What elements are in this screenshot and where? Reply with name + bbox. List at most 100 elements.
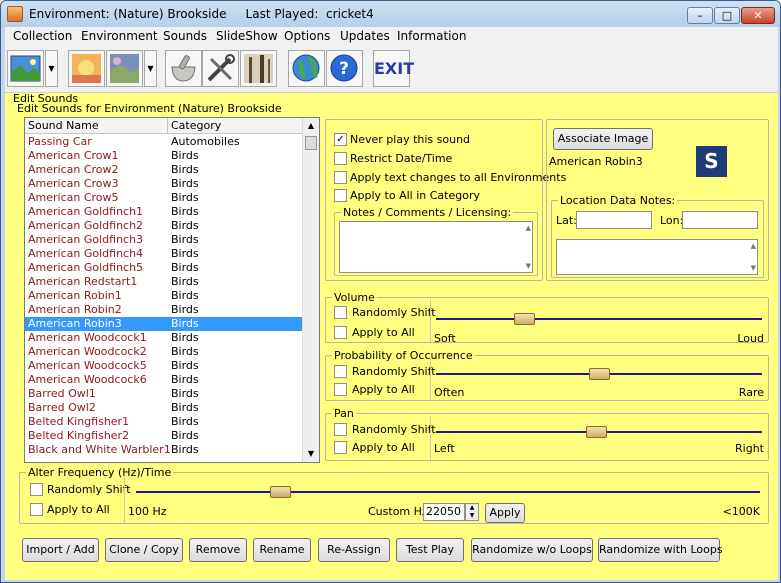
scroll-down-icon[interactable]: ▼ bbox=[751, 264, 756, 272]
volume-slider-track[interactable] bbox=[436, 318, 762, 320]
probability-apply-all-checkbox[interactable] bbox=[334, 383, 347, 396]
sound-name: American Woodcock6 bbox=[28, 373, 147, 386]
lon-input[interactable] bbox=[682, 211, 758, 229]
sound-name: American Woodcock5 bbox=[28, 359, 147, 372]
list-item[interactable]: American Woodcock1 Birds bbox=[25, 331, 303, 345]
chevron-down-icon[interactable]: ▼ bbox=[45, 50, 58, 87]
list-item[interactable]: American Goldfinch4 Birds bbox=[25, 247, 303, 261]
scroll-up-icon[interactable]: ▲ bbox=[303, 118, 319, 134]
randomize-with-loops-button[interactable]: Randomize with Loops bbox=[598, 538, 723, 562]
list-item[interactable]: American Woodcock2 Birds bbox=[25, 345, 303, 359]
custom-hz-input[interactable]: 22050 bbox=[423, 503, 465, 521]
spin-down-icon[interactable]: ▼ bbox=[466, 512, 478, 520]
menu-updates[interactable]: Updates bbox=[340, 29, 390, 43]
frequency-randomly-shift-checkbox[interactable] bbox=[30, 483, 43, 496]
list-item[interactable]: American Robin2 Birds bbox=[25, 303, 303, 317]
list-item[interactable]: Barred Owl1 Birds bbox=[25, 387, 303, 401]
volume-randomly-shift-checkbox[interactable] bbox=[334, 306, 347, 319]
scroll-up-icon[interactable]: ▲ bbox=[751, 242, 756, 250]
column-header-category[interactable]: Category bbox=[171, 119, 221, 132]
sound-category: Birds bbox=[171, 289, 199, 302]
scroll-thumb[interactable] bbox=[305, 136, 317, 150]
apply-text-checkbox[interactable] bbox=[334, 171, 347, 184]
list-item[interactable]: American Redstart1 Birds bbox=[25, 275, 303, 289]
pan-randomly-shift-checkbox[interactable] bbox=[334, 423, 347, 436]
location-notes-textarea[interactable]: ▲ ▼ bbox=[556, 239, 758, 275]
location-group: Location Data Notes: Lat: Lon: ▲ ▼ bbox=[551, 194, 764, 278]
volume-apply-all-checkbox[interactable] bbox=[334, 326, 347, 339]
frequency-slider-track[interactable] bbox=[136, 491, 760, 493]
list-scrollbar[interactable]: ▲ ▼ bbox=[302, 118, 319, 462]
list-item[interactable]: Belted Kingfisher2 Birds bbox=[25, 429, 303, 443]
menu-slideshow[interactable]: SlideShow bbox=[216, 29, 278, 43]
import-add-button[interactable]: Import / Add bbox=[22, 538, 99, 562]
list-item[interactable]: American Crow2 Birds bbox=[25, 163, 303, 177]
sound-list[interactable]: Sound Name Category Passing Car Automobil… bbox=[24, 117, 320, 463]
landscape-picture-icon[interactable] bbox=[7, 50, 44, 87]
randomize-without-loops-button[interactable]: Randomize w/o Loops bbox=[471, 538, 593, 562]
list-item[interactable]: Belted Kingfisher1 Birds bbox=[25, 415, 303, 429]
list-item[interactable]: American Crow3 Birds bbox=[25, 177, 303, 191]
list-item[interactable]: American Goldfinch1 Birds bbox=[25, 205, 303, 219]
notes-textarea[interactable]: ▲ ▼ bbox=[339, 221, 533, 273]
associate-image-button[interactable]: Associate Image bbox=[553, 128, 653, 150]
title-bar[interactable]: Environment: (Nature) Brookside Last Pla… bbox=[1, 1, 780, 27]
apply-category-checkbox[interactable] bbox=[334, 189, 347, 202]
restrict-date-checkbox[interactable] bbox=[334, 152, 347, 165]
column-header-sound-name[interactable]: Sound Name bbox=[28, 119, 99, 132]
mortar-pestle-icon[interactable] bbox=[165, 50, 202, 87]
probability-slider-thumb[interactable] bbox=[589, 368, 610, 380]
list-item[interactable]: American Crow5 Birds bbox=[25, 191, 303, 205]
volume-slider-thumb[interactable] bbox=[514, 313, 536, 325]
volume-randomly-shift-label: Randomly Shift bbox=[352, 306, 436, 319]
menu-environment[interactable]: Environment bbox=[81, 29, 158, 43]
sound-name: American Woodcock2 bbox=[28, 345, 147, 358]
frequency-apply-all-checkbox[interactable] bbox=[30, 503, 43, 516]
list-item[interactable]: Barred Owl2 Birds bbox=[25, 401, 303, 415]
scroll-up-icon[interactable]: ▲ bbox=[526, 224, 531, 232]
minimize-button[interactable]: – bbox=[687, 7, 713, 24]
list-item[interactable]: American Robin1 Birds bbox=[25, 289, 303, 303]
list-item[interactable]: American Woodcock6 Birds bbox=[25, 373, 303, 387]
never-play-checkbox[interactable]: ✓ bbox=[334, 133, 347, 146]
scroll-down-icon[interactable]: ▼ bbox=[303, 446, 319, 462]
forest-picture-icon[interactable] bbox=[240, 50, 277, 87]
list-item[interactable]: American Woodcock5 Birds bbox=[25, 359, 303, 373]
help-icon[interactable]: ? bbox=[326, 50, 363, 87]
sunset-picture-icon[interactable] bbox=[68, 50, 105, 87]
chevron-down-icon[interactable]: ▼ bbox=[144, 50, 157, 87]
probability-randomly-shift-checkbox[interactable] bbox=[334, 365, 347, 378]
exit-button[interactable]: EXIT bbox=[373, 50, 414, 87]
list-item[interactable]: Passing Car Automobiles bbox=[25, 135, 303, 149]
custom-hz-spinner[interactable]: ▲ ▼ bbox=[465, 503, 479, 521]
list-item[interactable]: American Goldfinch5 Birds bbox=[25, 261, 303, 275]
apply-hz-button[interactable]: Apply bbox=[485, 503, 525, 523]
spin-up-icon[interactable]: ▲ bbox=[466, 504, 478, 512]
re-assign-button[interactable]: Re-Assign bbox=[318, 538, 390, 562]
tools-icon[interactable] bbox=[202, 50, 239, 87]
lat-input[interactable] bbox=[576, 211, 652, 229]
scroll-down-icon[interactable]: ▼ bbox=[526, 262, 531, 270]
menu-information[interactable]: Information bbox=[397, 29, 466, 43]
sound-category: Birds bbox=[171, 163, 199, 176]
list-item[interactable]: American Goldfinch3 Birds bbox=[25, 233, 303, 247]
menu-options[interactable]: Options bbox=[284, 29, 330, 43]
pan-apply-all-checkbox[interactable] bbox=[334, 441, 347, 454]
pan-slider-thumb[interactable] bbox=[585, 426, 607, 438]
clone-copy-button[interactable]: Clone / Copy bbox=[105, 538, 183, 562]
menu-collection[interactable]: Collection bbox=[13, 29, 72, 43]
probability-randomly-shift-label: Randomly Shift bbox=[352, 365, 436, 378]
test-play-button[interactable]: Test Play bbox=[396, 538, 464, 562]
list-item[interactable]: American Crow1 Birds bbox=[25, 149, 303, 163]
maximize-button[interactable]: □ bbox=[714, 7, 740, 24]
list-item[interactable]: Black and White Warbler1 Birds bbox=[25, 443, 303, 457]
frequency-slider-thumb[interactable] bbox=[269, 486, 291, 498]
painting-icon[interactable] bbox=[106, 50, 143, 87]
menu-sounds[interactable]: Sounds bbox=[163, 29, 207, 43]
remove-button[interactable]: Remove bbox=[189, 538, 247, 562]
globe-icon[interactable] bbox=[288, 50, 325, 87]
close-button[interactable]: ✕ bbox=[741, 7, 775, 24]
list-item[interactable]: American Goldfinch2 Birds bbox=[25, 219, 303, 233]
list-item[interactable]: American Robin3 Birds bbox=[25, 317, 303, 331]
rename-button[interactable]: Rename bbox=[253, 538, 311, 562]
